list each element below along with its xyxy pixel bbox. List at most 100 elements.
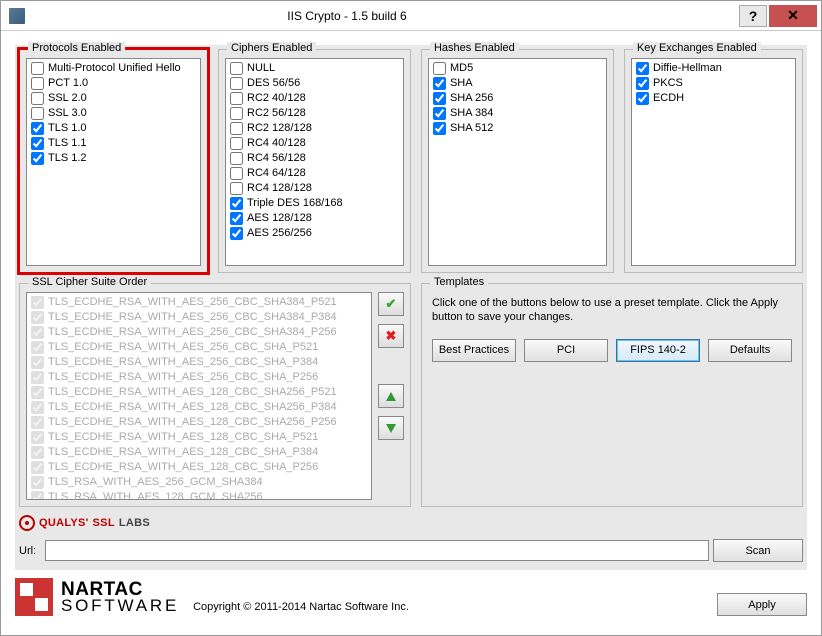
list-item[interactable]: TLS_ECDHE_RSA_WITH_AES_256_CBC_SHA_P384 [29, 355, 369, 370]
item-checkbox[interactable] [636, 92, 649, 105]
close-button[interactable]: ✕ [769, 5, 817, 27]
item-checkbox[interactable] [230, 62, 243, 75]
list-item[interactable]: RC4 56/128 [228, 151, 401, 166]
item-checkbox[interactable] [31, 356, 44, 369]
item-checkbox[interactable] [230, 212, 243, 225]
list-item[interactable]: RC4 64/128 [228, 166, 401, 181]
list-item[interactable]: MD5 [431, 61, 604, 76]
list-item[interactable]: PCT 1.0 [29, 76, 198, 91]
item-checkbox[interactable] [31, 137, 44, 150]
list-item[interactable]: Multi-Protocol Unified Hello [29, 61, 198, 76]
defaults-button[interactable]: Defaults [708, 339, 792, 362]
list-item[interactable]: TLS_RSA_WITH_AES_256_GCM_SHA384 [29, 475, 369, 490]
item-checkbox[interactable] [31, 431, 44, 444]
item-checkbox[interactable] [433, 92, 446, 105]
list-item[interactable]: TLS_RSA_WITH_AES_128_GCM_SHA256 [29, 490, 369, 500]
pci-button[interactable]: PCI [524, 339, 608, 362]
item-checkbox[interactable] [31, 401, 44, 414]
item-checkbox[interactable] [31, 461, 44, 474]
item-checkbox[interactable] [230, 182, 243, 195]
list-item[interactable]: TLS_ECDHE_RSA_WITH_AES_128_CBC_SHA_P384 [29, 445, 369, 460]
list-item[interactable]: DES 56/56 [228, 76, 401, 91]
best-practices-button[interactable]: Best Practices [432, 339, 516, 362]
list-item[interactable]: SHA [431, 76, 604, 91]
item-checkbox[interactable] [433, 77, 446, 90]
item-checkbox[interactable] [230, 197, 243, 210]
item-checkbox[interactable] [31, 62, 44, 75]
list-item[interactable]: AES 128/128 [228, 211, 401, 226]
move-up-button[interactable] [378, 384, 404, 408]
keyexchanges-listbox[interactable]: Diffie-HellmanPKCSECDH [631, 58, 796, 266]
cipher-suite-listbox[interactable]: TLS_ECDHE_RSA_WITH_AES_256_CBC_SHA384_P5… [26, 292, 372, 500]
uncheck-all-button[interactable]: ✖ [378, 324, 404, 348]
item-checkbox[interactable] [31, 476, 44, 489]
hashes-listbox[interactable]: MD5SHASHA 256SHA 384SHA 512 [428, 58, 607, 266]
item-checkbox[interactable] [31, 122, 44, 135]
apply-button[interactable]: Apply [717, 593, 807, 616]
list-item[interactable]: Diffie-Hellman [634, 61, 793, 76]
list-item[interactable]: TLS_ECDHE_RSA_WITH_AES_128_CBC_SHA_P256 [29, 460, 369, 475]
list-item[interactable]: Triple DES 168/168 [228, 196, 401, 211]
list-item[interactable]: SHA 512 [431, 121, 604, 136]
list-item[interactable]: TLS_ECDHE_RSA_WITH_AES_256_CBC_SHA384_P3… [29, 310, 369, 325]
list-item[interactable]: SHA 256 [431, 91, 604, 106]
list-item[interactable]: TLS_ECDHE_RSA_WITH_AES_128_CBC_SHA256_P2… [29, 415, 369, 430]
item-checkbox[interactable] [31, 446, 44, 459]
list-item[interactable]: SSL 2.0 [29, 91, 198, 106]
list-item[interactable]: TLS_ECDHE_RSA_WITH_AES_256_CBC_SHA_P521 [29, 340, 369, 355]
item-checkbox[interactable] [636, 62, 649, 75]
item-checkbox[interactable] [31, 296, 44, 309]
list-item[interactable]: ECDH [634, 91, 793, 106]
item-checkbox[interactable] [433, 107, 446, 120]
ciphers-listbox[interactable]: NULLDES 56/56RC2 40/128RC2 56/128RC2 128… [225, 58, 404, 266]
list-item[interactable]: TLS 1.1 [29, 136, 198, 151]
item-checkbox[interactable] [31, 386, 44, 399]
list-item[interactable]: TLS_ECDHE_RSA_WITH_AES_256_CBC_SHA384_P5… [29, 295, 369, 310]
list-item[interactable]: AES 256/256 [228, 226, 401, 241]
item-checkbox[interactable] [31, 107, 44, 120]
list-item[interactable]: TLS_ECDHE_RSA_WITH_AES_256_CBC_SHA_P256 [29, 370, 369, 385]
move-down-button[interactable] [378, 416, 404, 440]
item-checkbox[interactable] [230, 227, 243, 240]
list-item[interactable]: TLS 1.2 [29, 151, 198, 166]
item-checkbox[interactable] [230, 92, 243, 105]
item-checkbox[interactable] [31, 491, 44, 500]
list-item[interactable]: RC4 40/128 [228, 136, 401, 151]
item-checkbox[interactable] [230, 152, 243, 165]
item-checkbox[interactable] [31, 152, 44, 165]
check-all-button[interactable]: ✔ [378, 292, 404, 316]
item-checkbox[interactable] [31, 341, 44, 354]
item-checkbox[interactable] [230, 122, 243, 135]
list-item[interactable]: NULL [228, 61, 401, 76]
list-item[interactable]: TLS_ECDHE_RSA_WITH_AES_128_CBC_SHA_P521 [29, 430, 369, 445]
list-item[interactable]: PKCS [634, 76, 793, 91]
item-checkbox[interactable] [230, 167, 243, 180]
item-checkbox[interactable] [433, 62, 446, 75]
item-checkbox[interactable] [433, 122, 446, 135]
help-button[interactable]: ? [739, 5, 767, 27]
item-checkbox[interactable] [230, 137, 243, 150]
url-input[interactable] [45, 540, 709, 561]
list-item[interactable]: RC2 40/128 [228, 91, 401, 106]
item-checkbox[interactable] [31, 416, 44, 429]
list-item[interactable]: RC4 128/128 [228, 181, 401, 196]
item-checkbox[interactable] [31, 311, 44, 324]
item-checkbox[interactable] [230, 77, 243, 90]
scan-button[interactable]: Scan [713, 539, 803, 562]
item-checkbox[interactable] [31, 371, 44, 384]
list-item[interactable]: RC2 128/128 [228, 121, 401, 136]
fips-button[interactable]: FIPS 140-2 [616, 339, 700, 362]
item-checkbox[interactable] [636, 77, 649, 90]
list-item[interactable]: TLS 1.0 [29, 121, 198, 136]
item-checkbox[interactable] [230, 107, 243, 120]
list-item[interactable]: SSL 3.0 [29, 106, 198, 121]
item-checkbox[interactable] [31, 77, 44, 90]
list-item[interactable]: TLS_ECDHE_RSA_WITH_AES_256_CBC_SHA384_P2… [29, 325, 369, 340]
list-item[interactable]: RC2 56/128 [228, 106, 401, 121]
protocols-listbox[interactable]: Multi-Protocol Unified HelloPCT 1.0SSL 2… [26, 58, 201, 266]
list-item[interactable]: SHA 384 [431, 106, 604, 121]
item-checkbox[interactable] [31, 326, 44, 339]
list-item[interactable]: TLS_ECDHE_RSA_WITH_AES_128_CBC_SHA256_P3… [29, 400, 369, 415]
item-checkbox[interactable] [31, 92, 44, 105]
list-item[interactable]: TLS_ECDHE_RSA_WITH_AES_128_CBC_SHA256_P5… [29, 385, 369, 400]
